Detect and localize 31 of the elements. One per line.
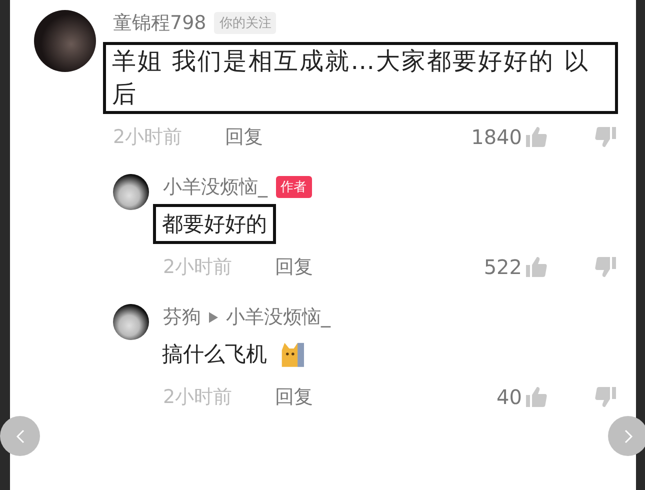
triangle-icon	[209, 312, 218, 322]
reply-link[interactable]: 回复	[275, 384, 313, 410]
follow-badge: 你的关注	[214, 12, 276, 34]
comment-text: 羊姐 我们是相互成就…大家都要好好的 以后	[103, 42, 618, 114]
chevron-left-icon	[16, 428, 24, 444]
like-count: 40	[496, 385, 522, 409]
reply-link[interactable]: 回复	[225, 124, 263, 150]
thumbs-up-icon[interactable]	[524, 125, 548, 149]
comment-text: 都要好好的	[153, 204, 276, 244]
author-badge: 作者	[276, 176, 312, 198]
author-name[interactable]: 芬狗	[163, 304, 201, 330]
thumbs-up-icon[interactable]	[524, 385, 548, 409]
reply-link[interactable]: 回复	[275, 254, 313, 280]
timestamp: 2小时前	[113, 125, 184, 150]
timestamp: 2小时前	[163, 255, 234, 280]
avatar[interactable]	[113, 304, 149, 340]
comment-text: 搞什么飞机	[161, 341, 268, 368]
thumbs-down-icon[interactable]	[594, 125, 618, 149]
previous-button[interactable]	[0, 416, 40, 456]
next-button[interactable]	[608, 416, 645, 456]
thumbs-down-icon[interactable]	[594, 255, 618, 279]
like-count: 1840	[471, 125, 522, 149]
thumbs-up-icon[interactable]	[524, 255, 548, 279]
avatar[interactable]	[113, 174, 149, 210]
author-name[interactable]: 小羊没烦恼_	[226, 304, 330, 330]
author-name[interactable]: 童锦程798	[113, 10, 206, 36]
chevron-right-icon	[624, 428, 632, 444]
thumbs-down-icon[interactable]	[594, 385, 618, 409]
timestamp: 2小时前	[163, 385, 234, 410]
author-name[interactable]: 小羊没烦恼_	[163, 174, 268, 200]
like-count: 522	[484, 255, 522, 279]
